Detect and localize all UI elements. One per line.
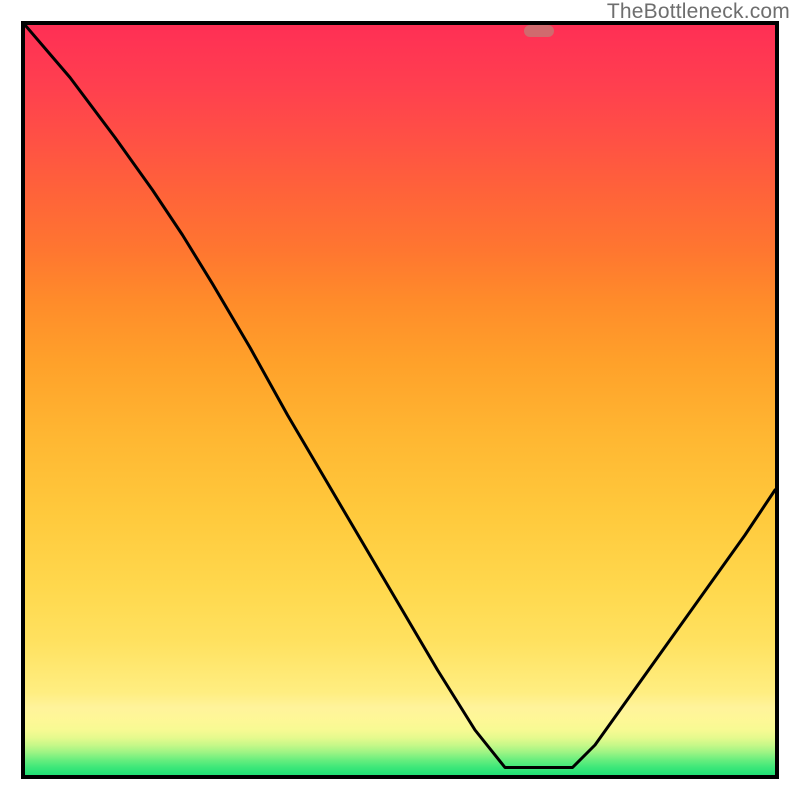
plot-area <box>21 21 779 779</box>
curve-layer <box>25 25 775 775</box>
bottleneck-curve <box>25 25 775 768</box>
optimal-marker <box>524 25 554 37</box>
bottleneck-chart: TheBottleneck.com <box>0 0 800 800</box>
